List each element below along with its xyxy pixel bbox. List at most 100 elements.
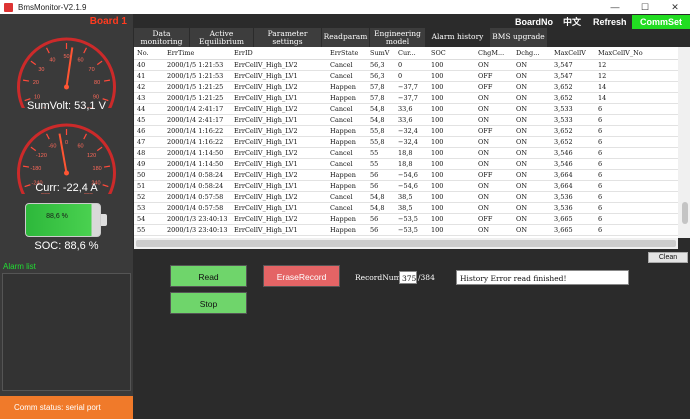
voltage-gauge-tick-label: 30 <box>38 67 44 73</box>
table-cell: Cancel <box>327 59 367 71</box>
minimize-icon[interactable]: — <box>600 0 630 14</box>
table-cell: 54,8 <box>367 114 395 126</box>
status-message-field[interactable]: History Error read finished! <box>456 270 629 285</box>
voltage-gauge: 0102030405060708090100 <box>17 37 116 108</box>
table-cell: 3,546 <box>551 147 595 159</box>
tab-bms-upgrade[interactable]: BMS upgrade <box>490 28 548 47</box>
table-cell: 51 <box>134 180 164 192</box>
table-cell: 2000/1/5 1:21:25 <box>164 92 231 104</box>
stop-button[interactable]: Stop <box>170 292 247 314</box>
column-header[interactable]: No. <box>134 47 164 60</box>
commset-button[interactable]: CommSet <box>632 15 690 29</box>
table-cell: 49 <box>134 158 164 170</box>
table-row[interactable]: 44 2000/1/4 2:41:17 ErrCellV_High_LV2 Cance… <box>134 103 678 115</box>
table-row[interactable]: 55 2000/1/3 23:40:13 ErrCellV_High_LV1 Happ… <box>134 224 678 236</box>
column-header[interactable]: Dchg... <box>513 47 551 60</box>
voltage-gauge-tick-label: 40 <box>49 57 55 63</box>
column-header[interactable]: SumV <box>367 47 395 60</box>
table-cell: 3,664 <box>551 169 595 181</box>
column-header[interactable]: ErrTime <box>164 47 231 60</box>
tab-data-monitoring[interactable]: Data monitoring <box>134 28 190 47</box>
table-cell: 55,8 <box>367 125 395 137</box>
app-icon <box>4 2 13 12</box>
table-cell: 6 <box>595 136 678 148</box>
table-cell: −53,5 <box>395 213 428 225</box>
alarm-list[interactable] <box>2 273 131 391</box>
table-cell: Happen <box>327 92 367 104</box>
table-cell: Cancel <box>327 114 367 126</box>
column-header[interactable]: MaxCellV_No <box>595 47 678 60</box>
table-row[interactable]: 40 2000/1/5 1:21:53 ErrCellV_High_LV2 Cance… <box>134 59 678 71</box>
tab-active-equilibrium[interactable]: Active Equilibrium <box>190 28 254 47</box>
table-cell: 100 <box>428 92 475 104</box>
voltage-gauge-face <box>17 37 116 108</box>
table-row[interactable]: 46 2000/1/4 1:16:22 ErrCellV_High_LV2 Happe… <box>134 125 678 137</box>
table-row[interactable]: 51 2000/1/4 0:58:24 ErrCellV_High_LV1 Happe… <box>134 180 678 192</box>
table-cell: ON <box>475 59 513 71</box>
tab-readparam[interactable]: Readparam <box>322 28 370 47</box>
tab-engineering-model[interactable]: Engineering model <box>370 28 426 47</box>
vertical-scroll-thumb[interactable] <box>682 202 688 224</box>
current-gauge-tick-label: -180 <box>30 166 41 172</box>
table-row[interactable]: 49 2000/1/4 1:14:50 ErrCellV_High_LV1 Cance… <box>134 158 678 170</box>
table-cell: −54,6 <box>395 180 428 192</box>
table-row[interactable]: 54 2000/1/3 23:40:13 ErrCellV_High_LV2 Happ… <box>134 213 678 225</box>
table-row[interactable]: 42 2000/1/5 1:21:25 ErrCellV_High_LV2 Happe… <box>134 81 678 93</box>
column-header[interactable]: Cur... <box>395 47 428 60</box>
table-cell: 42 <box>134 81 164 93</box>
table-cell: 0 <box>395 70 428 82</box>
table-cell: 100 <box>428 59 475 71</box>
table-cell: −37,7 <box>395 92 428 104</box>
close-icon[interactable]: ✕ <box>660 0 690 14</box>
maximize-icon[interactable]: ☐ <box>630 0 660 14</box>
table-cell: 56,3 <box>367 59 395 71</box>
table-cell: ON <box>513 147 551 159</box>
voltage-gauge-tick-label: 60 <box>78 57 84 63</box>
table-row[interactable]: 52 2000/1/4 0:57:58 ErrCellV_High_LV2 Cance… <box>134 191 678 203</box>
table-cell: 2000/1/3 23:40:13 <box>164 213 231 225</box>
table-row[interactable]: 50 2000/1/4 0:58:24 ErrCellV_High_LV2 Happe… <box>134 169 678 181</box>
table-cell: OFF <box>475 169 513 181</box>
table-cell: 44 <box>134 103 164 115</box>
title-bar: BmsMonitor-V2.1.9 — ☐ ✕ <box>0 0 690 14</box>
table-row[interactable]: 45 2000/1/4 2:41:17 ErrCellV_High_LV1 Cance… <box>134 114 678 126</box>
alarm-history-table[interactable]: No. ErrTime ErrID ErrState SumV Cur... SOC ChgM… <box>134 47 678 238</box>
table-cell: 2000/1/5 1:21:25 <box>164 81 231 93</box>
clean-button[interactable]: Clean <box>648 252 688 263</box>
column-header[interactable]: ErrState <box>327 47 367 60</box>
table-row[interactable]: 53 2000/1/4 0:57:58 ErrCellV_High_LV1 Cance… <box>134 202 678 214</box>
table-cell: −32,4 <box>395 136 428 148</box>
table-cell: 46 <box>134 125 164 137</box>
table-row[interactable]: 43 2000/1/5 1:21:25 ErrCellV_High_LV1 Happe… <box>134 92 678 104</box>
table-row[interactable]: 48 2000/1/4 1:14:50 ErrCellV_High_LV2 Cance… <box>134 147 678 159</box>
table-cell: 100 <box>428 224 475 236</box>
table-cell: ErrCellV_High_LV2 <box>231 213 327 225</box>
table-row[interactable]: 41 2000/1/5 1:21:53 ErrCellV_High_LV1 Cance… <box>134 70 678 82</box>
column-header[interactable]: ErrID <box>231 47 327 60</box>
column-header[interactable]: SOC <box>428 47 475 60</box>
table-row[interactable]: 47 2000/1/4 1:16:22 ErrCellV_High_LV1 Happe… <box>134 136 678 148</box>
table-cell: 6 <box>595 202 678 214</box>
table-cell: ON <box>513 59 551 71</box>
table-cell: ErrCellV_High_LV1 <box>231 92 327 104</box>
board-title: Board 1 <box>0 14 133 30</box>
table-cell: 2000/1/4 1:16:22 <box>164 136 231 148</box>
tab-label: monitoring <box>140 37 183 46</box>
horizontal-scroll-thumb[interactable] <box>136 240 676 247</box>
record-num-input[interactable]: 375 <box>399 271 417 284</box>
erase-record-button[interactable]: EraseRecord <box>263 265 340 287</box>
table-cell: 100 <box>428 213 475 225</box>
tab-alarm-history[interactable]: Alarm history <box>426 28 490 47</box>
column-header[interactable]: MaxCellV <box>551 47 595 60</box>
tab-label: settings <box>272 37 303 46</box>
table-cell: 33,6 <box>395 103 428 115</box>
tab-parameter-settings[interactable]: Parameter settings <box>254 28 322 47</box>
table-cell: ErrCellV_High_LV1 <box>231 202 327 214</box>
table-cell: 6 <box>595 114 678 126</box>
column-header[interactable]: ChgM... <box>475 47 513 60</box>
table-cell: ErrCellV_High_LV2 <box>231 59 327 71</box>
table-cell: 41 <box>134 70 164 82</box>
table-cell: 18,8 <box>395 158 428 170</box>
table-cell: 56 <box>367 213 395 225</box>
read-button[interactable]: Read <box>170 265 247 287</box>
